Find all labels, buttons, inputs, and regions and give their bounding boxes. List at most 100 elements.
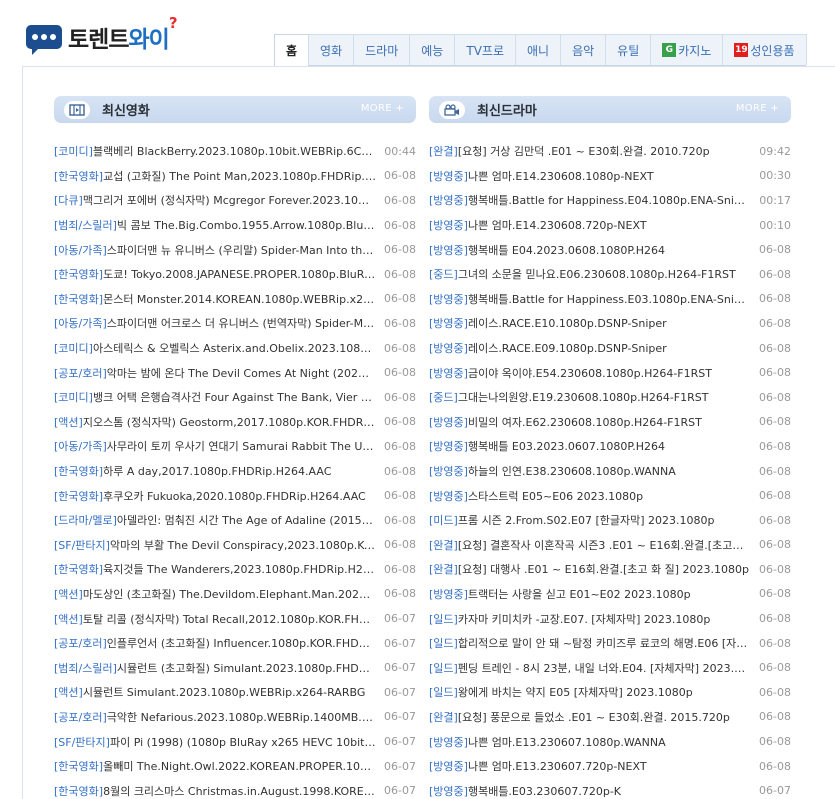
post-link[interactable]: [공포/호러]극악한 Nefarious.2023.1080p.WEBRip.1…: [54, 709, 376, 725]
post-link[interactable]: [공포/호러]인플루언서 (초고화질) Influencer.1080p.KOR…: [54, 635, 376, 651]
post-link[interactable]: [한국영화]올빼미 The.Night.Owl.2022.KOREAN.PROP…: [54, 758, 376, 774]
post-link[interactable]: [아동/가족]사무라이 토끼 우사기 연대기 Samurai Rabbit Th…: [54, 438, 376, 454]
post-link[interactable]: [범죄/스릴러]시뮬런트 (초고화질) Simulant.2023.1080p.…: [54, 660, 376, 676]
post-link[interactable]: [코미디]뱅크 어택 은행습격사건 Four Against The Bank,…: [54, 389, 376, 405]
post-link[interactable]: [다큐]맥그리거 포에버 (정식자막) Mcgregor Forever.202…: [54, 192, 376, 208]
post-link[interactable]: [공포/호러]악마는 밤에 온다 The Devil Comes At Nigh…: [54, 365, 376, 381]
post-link[interactable]: [방영중]행복배틀.E03.230607.720p-K: [429, 783, 749, 799]
post-link[interactable]: [완결][요청] 거상 김만덕 .E01 ~ E30회.완결. 2010.720…: [429, 143, 749, 159]
post-link[interactable]: [한국영화]도쿄! Tokyo.2008.JAPANESE.PROPER.108…: [54, 266, 376, 282]
nav-tab-music[interactable]: 음악: [560, 34, 607, 65]
nav-tab-adult[interactable]: 19 성인용품: [722, 34, 807, 65]
post-time: 06-07: [384, 685, 416, 699]
post-link[interactable]: [방영중]비밀의 여자.E62.230608.1080p.H264-F1RST: [429, 414, 749, 430]
nav-tab-drama[interactable]: 드라마: [353, 34, 411, 65]
nav-tab-casino[interactable]: G 카지노: [650, 34, 724, 65]
list-item: [미드]프롬 시즌 2.From.S02.E07 [한글자막] 2023.108…: [429, 508, 791, 533]
post-link[interactable]: [아동/가족]스파이더맨 어크로스 더 유니버스 (번역자막) Spider-M…: [54, 315, 376, 331]
post-category: [방영중]: [429, 342, 468, 356]
list-item: [공포/호러]인플루언서 (초고화질) Influencer.1080p.KOR…: [54, 631, 416, 656]
nav-tab-anime[interactable]: 애니: [514, 34, 562, 65]
post-link[interactable]: [SF/판타지]악마의 부활 The Devil Conspiracy,2023…: [54, 537, 376, 553]
post-link[interactable]: [일드]펜딩 트레인 - 8시 23분, 내일 너와.E04. [자체자막] 2…: [429, 660, 749, 676]
post-link[interactable]: [방영중]행복배틀.Battle for Happiness.E04.1080p…: [429, 192, 749, 208]
nav-tab-tv[interactable]: TV프로: [454, 34, 516, 65]
post-title: 프롬 시즌 2.From.S02.E07 [한글자막] 2023.1080p: [457, 514, 715, 528]
post-title: 빅 콤보 The.Big.Combo.1955.Arrow.1080p.BluR…: [116, 219, 376, 233]
post-link[interactable]: [방영중]나쁜 엄마.E13.230607.1080p.WANNA: [429, 734, 749, 750]
post-link[interactable]: [방영중]나쁜 엄마.E14.230608.1080p-NEXT: [429, 168, 749, 184]
post-category: [완결]: [429, 710, 458, 724]
post-link[interactable]: [일드]카자마 키미치카 -교장.E07. [자체자막] 2023.1080p: [429, 611, 749, 627]
list-item: [한국영화]8월의 크리스마스 Christmas.in.August.1998…: [54, 778, 416, 799]
post-link[interactable]: [방영중]레이스.RACE.E09.1080p.DSNP-Sniper: [429, 340, 749, 356]
post-link[interactable]: [한국영화]후쿠오카 Fukuoka,2020.1080p.FHDRip.H26…: [54, 488, 376, 504]
post-link[interactable]: [코미디]아스테릭스 & 오벨릭스 Asterix.and.Obelix.202…: [54, 340, 376, 356]
post-link[interactable]: [한국영화]몬스터 Monster.2014.KOREAN.1080p.WEBR…: [54, 291, 376, 307]
nav-tab-variety[interactable]: 예능: [409, 34, 456, 65]
post-link[interactable]: [일드]합리적으로 말이 안 돼 ~탐정 카미즈루 료코의 해명.E06 [자체…: [429, 635, 749, 651]
panel-header: 최신드라마 MORE +: [429, 96, 791, 123]
list-item: [방영중]행복배틀.Battle for Happiness.E03.1080p…: [429, 287, 791, 312]
post-link[interactable]: [방영중]금이야 옥이야.E54.230608.1080p.H264-F1RST: [429, 365, 749, 381]
post-link[interactable]: [방영중]트랙터는 사랑을 싣고 E01~E02 2023.1080p: [429, 586, 749, 602]
post-link[interactable]: [방영중]레이스.RACE.E10.1080p.DSNP-Sniper: [429, 315, 749, 331]
nav-label: 홈: [286, 44, 298, 58]
post-link[interactable]: [범죄/스릴러]빅 콤보 The.Big.Combo.1955.Arrow.10…: [54, 217, 376, 233]
post-category: [공포/호러]: [54, 637, 107, 651]
post-link[interactable]: [완결][요청] 결혼작사 이혼작곡 시즌3 .E01 ~ E16회.완결.[초…: [429, 537, 749, 553]
more-link[interactable]: MORE +: [361, 103, 404, 114]
post-title: 레이스.RACE.E09.1080p.DSNP-Sniper: [467, 342, 667, 356]
post-link[interactable]: [액션]지오스톰 (정식자막) Geostorm,2017.1080p.KOR.…: [54, 414, 376, 430]
post-link[interactable]: [방영중]행복배틀 E04.2023.0608.1080P.H264: [429, 242, 749, 258]
panel-header: 최신영화 MORE +: [54, 96, 416, 123]
post-time: 00:30: [759, 169, 791, 183]
post-link[interactable]: [한국영화]하루 A day,2017.1080p.FHDRip.H264.AA…: [54, 463, 376, 479]
nav-tab-util[interactable]: 유틸: [605, 34, 652, 65]
post-time: 06-08: [384, 587, 416, 601]
post-category: [방영중]: [429, 243, 468, 257]
post-link[interactable]: [일드]왕에게 바치는 약지 E05 [자체자막] 2023.1080p: [429, 684, 749, 700]
post-link[interactable]: [방영중]나쁜 엄마.E14.230608.720p-NEXT: [429, 217, 749, 233]
post-link[interactable]: [아동/가족]스파이더맨 뉴 유니버스 (우리말) Spider-Man Int…: [54, 242, 376, 258]
post-link[interactable]: [한국영화]교섭 (고화질) The Point Man,2023.1080p.…: [54, 168, 376, 184]
post-link[interactable]: [방영중]나쁜 엄마.E13.230607.720p-NEXT: [429, 758, 749, 774]
nav-label: 성인용품: [750, 43, 795, 58]
post-category: [한국영화]: [54, 465, 104, 479]
site-logo[interactable]: 토렌트와이?: [26, 14, 177, 55]
post-link[interactable]: [액션]마도상인 (초고화질) The.Devildom.Elephant.Ma…: [54, 586, 376, 602]
list-item: [SF/판타지]악마의 부활 The Devil Conspiracy,2023…: [54, 533, 416, 558]
post-link[interactable]: [한국영화]8월의 크리스마스 Christmas.in.August.1998…: [54, 783, 376, 799]
post-link[interactable]: [중드]그녀의 소문을 믿나요.E06.230608.1080p.H264-F1…: [429, 266, 749, 282]
post-title: 금이야 옥이야.E54.230608.1080p.H264-F1RST: [467, 366, 712, 380]
nav-label: 카지노: [678, 43, 712, 58]
post-time: 06-08: [384, 390, 416, 404]
post-link[interactable]: [완결][요청] 풍문으로 들었소 .E01 ~ E30회.완결. 2015.7…: [429, 709, 749, 725]
post-category: [한국영화]: [54, 760, 104, 774]
post-link[interactable]: [완결][요청] 대행사 .E01 ~ E16회.완결.[초고 화 질] 202…: [429, 561, 749, 577]
post-title: 나쁜 엄마.E14.230608.1080p-NEXT: [467, 169, 654, 183]
post-title: 토탈 리콜 (정식자막) Total Recall,2012.1080p.KOR…: [82, 612, 376, 626]
list-item: [범죄/스릴러]시뮬런트 (초고화질) Simulant.2023.1080p.…: [54, 655, 416, 680]
post-link[interactable]: [SF/판타지]파이 Pi (1998) (1080p BluRay x265 …: [54, 734, 376, 750]
post-link[interactable]: [미드]프롬 시즌 2.From.S02.E07 [한글자막] 2023.108…: [429, 512, 749, 528]
post-time: 06-07: [384, 661, 416, 675]
post-time: 06-08: [759, 292, 791, 306]
list-item: [방영중]금이야 옥이야.E54.230608.1080p.H264-F1RST…: [429, 360, 791, 385]
post-link[interactable]: [방영중]하늘의 인연.E38.230608.1080p.WANNA: [429, 463, 749, 479]
post-link[interactable]: [액션]시뮬런트 Simulant.2023.1080p.WEBRip.x264…: [54, 684, 376, 700]
post-link[interactable]: [방영중]행복배틀 E03.2023.0607.1080P.H264: [429, 438, 749, 454]
post-category: [아동/가족]: [54, 317, 107, 331]
post-link[interactable]: [코미디]블랙베리 BlackBerry.2023.1080p.10bit.WE…: [54, 143, 376, 159]
post-link[interactable]: [액션]토탈 리콜 (정식자막) Total Recall,2012.1080p…: [54, 611, 376, 627]
post-category: [한국영화]: [54, 268, 104, 282]
nav-tab-home[interactable]: 홈: [274, 34, 310, 66]
more-link[interactable]: MORE +: [736, 103, 779, 114]
panel-title: 최신영화: [102, 104, 150, 119]
post-link[interactable]: [중드]그대는나의원앙.E19.230608.1080p.H264-F1RST: [429, 389, 749, 405]
post-link[interactable]: [방영중]스타스트럭 E05~E06 2023.1080p: [429, 488, 749, 504]
post-link[interactable]: [드라마/멜로]아델라인: 멈춰진 시간 The Age of Adaline …: [54, 512, 376, 528]
nav-tab-movies[interactable]: 영화: [308, 34, 355, 65]
post-link[interactable]: [한국영화]육지것들 The Wanderers,2023.1080p.FHDR…: [54, 561, 376, 577]
post-link[interactable]: [방영중]행복배틀.Battle for Happiness.E03.1080p…: [429, 291, 749, 307]
